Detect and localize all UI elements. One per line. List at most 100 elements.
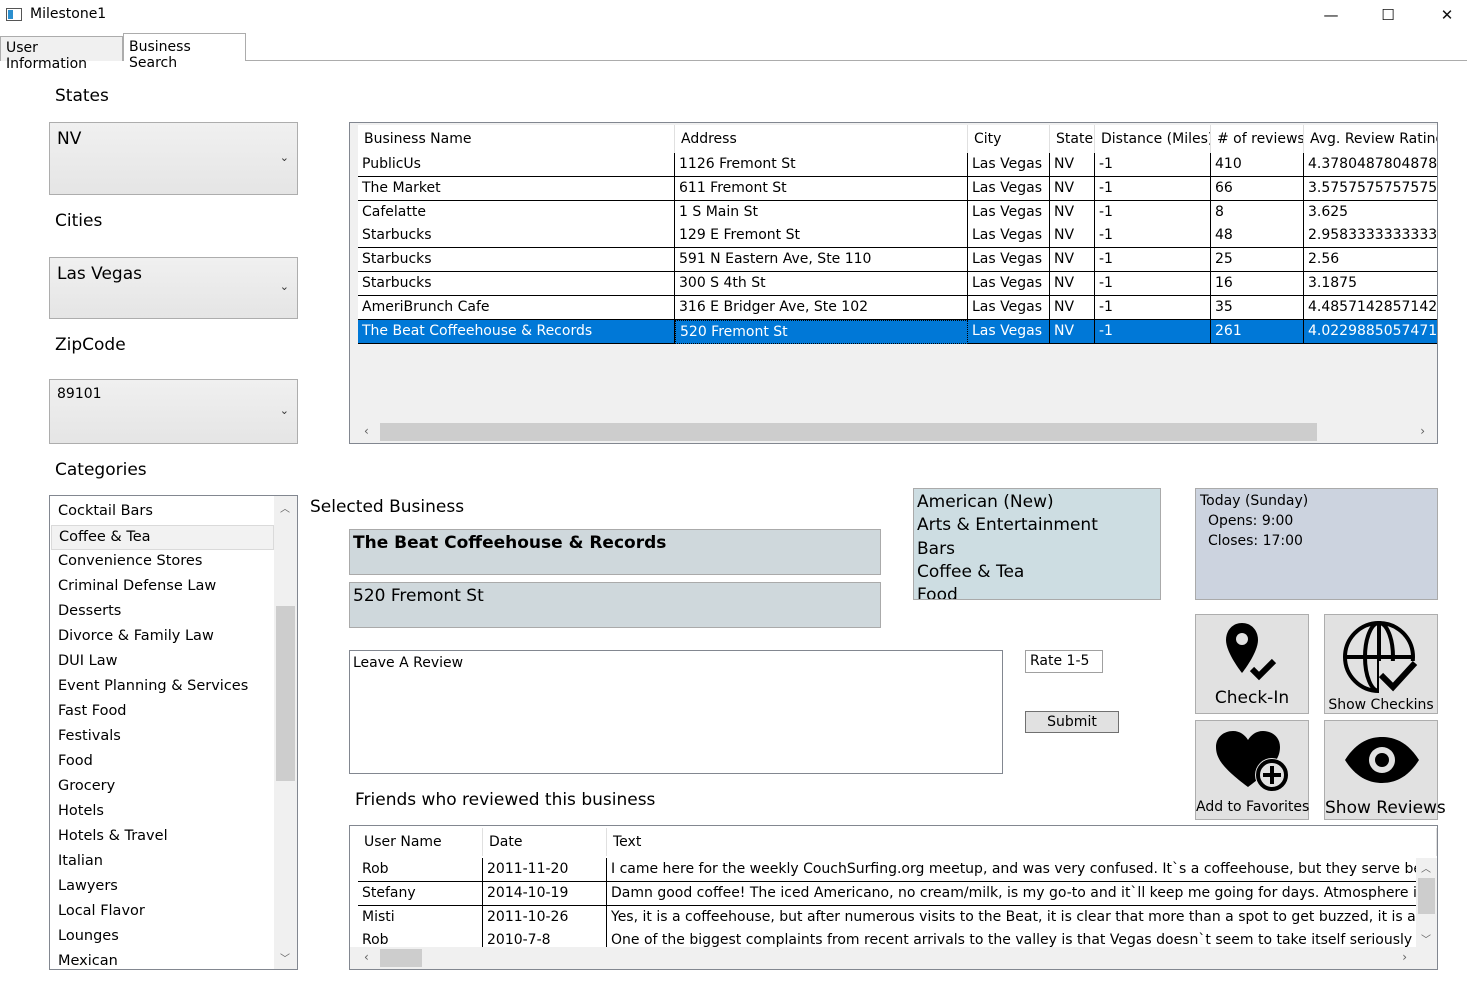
business-cell[interactable]: 3.625 <box>1304 200 1437 225</box>
review-cell[interactable]: 2011-11-20 <box>483 858 607 882</box>
business-cell[interactable]: Starbucks <box>358 224 675 249</box>
column-header[interactable]: User Name <box>358 828 483 856</box>
business-cell[interactable]: Starbucks <box>358 248 675 273</box>
friends-hscrollbar[interactable]: ‹ › <box>350 947 1437 969</box>
business-cell[interactable]: Las Vegas <box>968 272 1050 296</box>
business-cell[interactable]: 16 <box>1211 272 1304 296</box>
column-header[interactable]: City <box>968 125 1050 153</box>
business-cell[interactable]: PublicUs <box>358 153 675 177</box>
column-header[interactable]: State <box>1050 125 1095 153</box>
business-cell[interactable]: NV <box>1050 319 1095 344</box>
category-item[interactable]: Food <box>51 750 274 775</box>
business-cell[interactable]: -1 <box>1095 153 1211 177</box>
review-cell[interactable]: Damn good coffee! The iced Americano, no… <box>607 881 1417 906</box>
category-item[interactable]: Fast Food <box>51 700 274 725</box>
business-cell[interactable]: 66 <box>1211 176 1304 201</box>
business-cell[interactable]: NV <box>1050 200 1095 225</box>
business-cell[interactable]: 611 Fremont St <box>675 176 968 201</box>
category-item[interactable]: Lawyers <box>51 875 274 900</box>
show-reviews-button[interactable]: Show Reviews <box>1324 720 1446 820</box>
business-grid[interactable]: Business Name Address City State Distance (M… <box>349 122 1438 444</box>
business-cell[interactable]: 4.3780487804878 <box>1304 153 1437 177</box>
business-cell[interactable]: -1 <box>1095 176 1211 201</box>
business-cell[interactable]: Las Vegas <box>968 224 1050 249</box>
category-item[interactable]: Hotels <box>51 800 274 825</box>
business-cell[interactable]: 300 S 4th St <box>675 272 968 296</box>
business-cell[interactable]: 48 <box>1211 224 1304 249</box>
business-cell[interactable]: NV <box>1050 153 1095 177</box>
business-cell[interactable]: 3.1875 <box>1304 272 1437 296</box>
category-item[interactable]: Convenience Stores <box>51 550 274 575</box>
minimize-button[interactable]: — <box>1302 0 1360 30</box>
business-cell[interactable]: 410 <box>1211 153 1304 177</box>
category-item[interactable]: Coffee & Tea <box>51 525 274 550</box>
business-cell[interactable]: -1 <box>1095 248 1211 273</box>
business-cell[interactable]: 4.02298850574713 <box>1304 319 1437 344</box>
business-cell[interactable]: -1 <box>1095 224 1211 249</box>
business-cell[interactable]: AmeriBrunch Cafe <box>358 295 675 320</box>
business-cell[interactable]: 4.48571428571429 <box>1304 295 1437 320</box>
scroll-thumb[interactable] <box>380 949 422 967</box>
business-cell[interactable]: NV <box>1050 248 1095 273</box>
category-item[interactable]: Lounges <box>51 925 274 950</box>
scroll-thumb[interactable] <box>276 606 295 781</box>
column-header[interactable]: Business Name <box>358 125 675 153</box>
column-header[interactable]: Avg. Review Rating <box>1304 125 1437 153</box>
scroll-right-icon[interactable]: › <box>1402 950 1407 964</box>
add-favorites-button[interactable]: Add to Favorites <box>1195 720 1309 820</box>
business-cell[interactable]: NV <box>1050 272 1095 296</box>
business-cell[interactable]: The Market <box>358 176 675 201</box>
business-cell[interactable]: 520 Fremont St <box>675 319 968 344</box>
maximize-button[interactable]: ☐ <box>1359 0 1417 30</box>
business-cell[interactable]: 1126 Fremont St <box>675 153 968 177</box>
business-cell[interactable]: The Beat Coffeehouse & Records <box>358 319 675 344</box>
category-item[interactable]: Mexican <box>51 950 274 969</box>
business-cell[interactable]: NV <box>1050 224 1095 249</box>
review-textbox[interactable]: Leave A Review <box>349 650 1003 774</box>
business-cell[interactable]: 35 <box>1211 295 1304 320</box>
category-item[interactable]: DUI Law <box>51 650 274 675</box>
tab-user-information[interactable]: User Information <box>0 36 123 72</box>
review-cell[interactable]: 2011-10-26 <box>483 905 607 930</box>
business-cell[interactable]: Las Vegas <box>968 153 1050 177</box>
scroll-down-icon[interactable]: ﹀ <box>280 950 290 965</box>
column-header[interactable]: Text <box>607 828 1437 856</box>
review-cell[interactable]: Yes, it is a coffeehouse, but after nume… <box>607 905 1417 930</box>
review-cell[interactable]: Misti <box>358 905 483 930</box>
scroll-thumb[interactable] <box>380 423 1317 441</box>
business-cell[interactable]: NV <box>1050 295 1095 320</box>
review-cell[interactable]: 2014-10-19 <box>483 881 607 906</box>
column-header[interactable]: Address <box>675 125 968 153</box>
business-cell[interactable]: Las Vegas <box>968 176 1050 201</box>
business-cell[interactable]: 591 N Eastern Ave, Ste 110 <box>675 248 968 273</box>
business-cell[interactable]: 316 E Bridger Ave, Ste 102 <box>675 295 968 320</box>
business-cell[interactable]: Las Vegas <box>968 200 1050 225</box>
business-cell[interactable]: NV <box>1050 176 1095 201</box>
category-item[interactable]: Event Planning & Services <box>51 675 274 700</box>
scroll-left-icon[interactable]: ‹ <box>364 424 369 438</box>
review-cell[interactable]: Rob <box>358 858 483 882</box>
business-cell[interactable]: 261 <box>1211 319 1304 344</box>
scroll-left-icon[interactable]: ‹ <box>364 950 369 964</box>
category-item[interactable]: Grocery <box>51 775 274 800</box>
column-header[interactable]: # of reviews <box>1211 125 1304 153</box>
business-cell[interactable]: -1 <box>1095 200 1211 225</box>
category-item[interactable]: Divorce & Family Law <box>51 625 274 650</box>
column-header[interactable]: Date <box>483 828 607 856</box>
city-combo[interactable]: Las Vegas ⌄ <box>49 257 298 319</box>
business-cell[interactable]: -1 <box>1095 272 1211 296</box>
state-combo[interactable]: NV ⌄ <box>49 122 298 195</box>
business-cell[interactable]: Las Vegas <box>968 319 1050 344</box>
submit-button[interactable]: Submit <box>1025 711 1119 733</box>
checkin-button[interactable]: Check-In <box>1195 614 1309 714</box>
friends-vscrollbar[interactable]: ︿ ﹀ <box>1416 858 1437 948</box>
business-cell[interactable]: Cafelatte <box>358 200 675 225</box>
business-cell[interactable]: Starbucks <box>358 272 675 296</box>
business-cell[interactable]: -1 <box>1095 295 1211 320</box>
categories-scrollbar[interactable]: ︿ ﹀ <box>274 496 297 969</box>
rating-input[interactable]: Rate 1-5 <box>1025 650 1103 673</box>
business-grid-hscrollbar[interactable]: ‹ › <box>350 421 1437 443</box>
category-item[interactable]: Hotels & Travel <box>51 825 274 850</box>
friends-reviews-grid[interactable]: User Name Date Text Rob 2011-11-20 I came her… <box>349 825 1438 970</box>
scroll-up-icon[interactable]: ︿ <box>280 500 290 515</box>
